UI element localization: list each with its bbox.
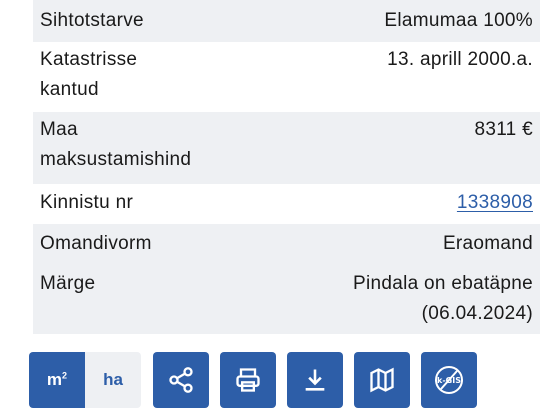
kgis-logo-icon: k-GIS (432, 363, 466, 397)
row-cadastre-date: Katastrisse kantud 13. aprill 2000.a. (33, 42, 540, 112)
value-note: Pindala on ebatäpne (06.04.2024) (352, 273, 533, 324)
value-cadastre-date: 13. aprill 2000.a. (387, 49, 533, 70)
value-ownership: Eraomand (442, 233, 533, 254)
label-tax-value: Maa maksustamishind (40, 119, 192, 170)
map-button[interactable] (354, 352, 410, 408)
registry-number-link[interactable]: 1338908 (457, 192, 533, 213)
share-icon (167, 366, 195, 394)
row-purpose: Sihtotstarve Elamumaa 100% (33, 0, 540, 42)
value-purpose: Elamumaa 100% (384, 10, 533, 31)
download-button[interactable] (287, 352, 343, 408)
label-cadastre-date: Katastrisse kantud (40, 49, 138, 100)
property-details-table: Sihtotstarve Elamumaa 100% Katastrisse k… (33, 0, 540, 334)
label-ownership: Omandivorm (40, 233, 152, 254)
svg-text:k-GIS: k-GIS (437, 376, 461, 385)
row-note: Märge Pindala on ebatäpne (06.04.2024) (33, 264, 540, 334)
map-icon (368, 366, 396, 394)
row-registry-number: Kinnistu nr 1338908 (33, 184, 540, 224)
value-tax-value: 8311 € (474, 119, 533, 140)
label-purpose: Sihtotstarve (40, 10, 144, 31)
print-button[interactable] (220, 352, 276, 408)
share-button[interactable] (153, 352, 209, 408)
unit-m2-button[interactable]: m2 (29, 352, 85, 408)
action-toolbar: m2 ha k-GIS (29, 352, 477, 408)
row-tax-value: Maa maksustamishind 8311 € (33, 112, 540, 184)
unit-ha-button[interactable]: ha (85, 352, 141, 408)
label-registry-number: Kinnistu nr (40, 192, 134, 213)
printer-icon (234, 366, 262, 394)
area-unit-toggle: m2 ha (29, 352, 141, 408)
label-note: Märge (40, 273, 96, 294)
download-icon (301, 366, 329, 394)
kgis-button[interactable]: k-GIS (421, 352, 477, 408)
row-ownership: Omandivorm Eraomand (33, 224, 540, 264)
